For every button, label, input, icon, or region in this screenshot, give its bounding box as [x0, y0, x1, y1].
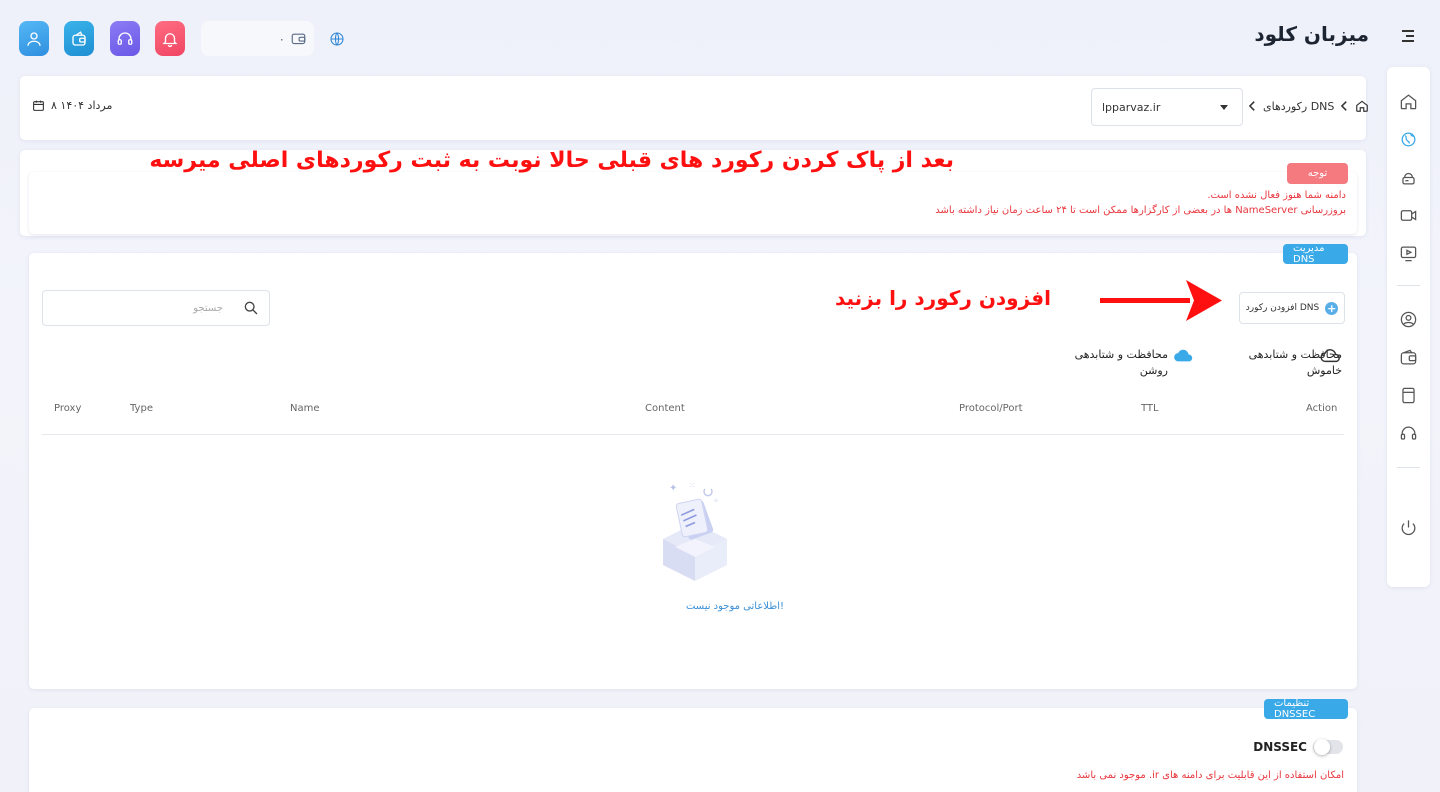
dnssec-label: DNSSEC — [1253, 740, 1307, 754]
play-screen-icon — [1400, 246, 1417, 262]
sidebar-item-support[interactable] — [1399, 424, 1418, 443]
legend-off-line-2: خاموش — [1306, 364, 1342, 377]
legend-on-line-2: روشن — [1139, 364, 1168, 377]
wallet-small-icon — [291, 33, 306, 45]
notice-line-1: دامنه شما هنوز فعال نشده است. — [1207, 190, 1346, 201]
headset-sidebar-icon — [1400, 426, 1417, 440]
dnssec-toggle[interactable] — [1313, 739, 1343, 755]
sidebar-item-profile[interactable] — [1399, 310, 1418, 329]
chevron-left-icon — [1341, 101, 1348, 111]
column-header-proxy[interactable]: Proxy — [54, 403, 81, 414]
home-icon — [1400, 94, 1417, 110]
column-header-action[interactable]: Action — [1306, 403, 1337, 414]
video-icon — [1400, 210, 1417, 221]
user-icon — [27, 31, 41, 46]
domain-select[interactable]: lpparvaz.ir — [1091, 88, 1243, 126]
svg-text:✧: ✧ — [713, 497, 719, 505]
sidebar — [1387, 67, 1430, 587]
power-icon — [1401, 520, 1416, 536]
bell-icon — [162, 32, 178, 47]
headset-icon — [117, 31, 133, 45]
dns-badge: مدیریت DNS — [1283, 243, 1348, 265]
cloud-off-icon — [1320, 349, 1340, 363]
sidebar-item-invoices[interactable] — [1399, 386, 1418, 405]
cloud-server-icon — [1402, 172, 1415, 185]
cloud-on-icon — [1174, 349, 1193, 362]
table-header-divider — [42, 434, 1344, 435]
home-icon[interactable] — [1355, 99, 1369, 113]
wallet-sidebar-icon — [1400, 349, 1417, 365]
sidebar-item-media[interactable] — [1399, 206, 1418, 225]
notice-line-2: بروزرسانی NameServer ها در بعضی از کارگز… — [935, 205, 1346, 216]
breadcrumb: رکوردهای DNS — [1248, 99, 1369, 113]
legend-on-line-1: محافظت و شتابدهی — [1074, 348, 1168, 361]
sidebar-item-logout[interactable] — [1399, 518, 1418, 537]
wallet-balance[interactable]: ۰ — [201, 21, 314, 56]
annotation-arrow-note: افزودن رکورد را بزنید — [834, 286, 1051, 310]
invoice-icon — [1402, 387, 1415, 404]
svg-text:⁙: ⁙ — [689, 481, 696, 490]
caret-down-icon — [1220, 104, 1228, 110]
notice-badge: توجه — [1287, 163, 1348, 184]
date-display: ۸ مرداد ۱۴۰۴ — [32, 99, 112, 112]
calendar-icon — [33, 100, 44, 111]
sidebar-divider — [1397, 285, 1420, 286]
chevron-left-icon — [1248, 101, 1255, 111]
column-header-type[interactable]: Type — [130, 403, 153, 414]
breadcrumb-current[interactable]: رکوردهای DNS — [1263, 100, 1334, 113]
search-box[interactable] — [42, 290, 270, 326]
brand-logo[interactable]: میزبان کلود — [1254, 22, 1369, 46]
sidebar-divider — [1397, 467, 1420, 468]
user-circle-icon — [1400, 311, 1417, 328]
sidebar-item-domains[interactable] — [1399, 130, 1418, 149]
column-header-ttl[interactable]: TTL — [1141, 403, 1159, 414]
globe-icon[interactable] — [329, 31, 345, 47]
sidebar-item-wallet[interactable] — [1399, 348, 1418, 367]
empty-state-illustration: ✦ ⁙ ✧ — [663, 481, 727, 581]
plus-icon: + — [1325, 301, 1339, 315]
sidebar-item-home[interactable] — [1399, 92, 1418, 111]
legend-proxy-on: محافظت و شتابدهی روشن — [1075, 347, 1168, 379]
balance-amount: ۰ — [278, 31, 285, 46]
add-dns-record-label: افزودن رکورد DNS — [1245, 303, 1320, 313]
wallet-button[interactable] — [64, 21, 94, 56]
notifications-button[interactable] — [155, 21, 185, 56]
support-button[interactable] — [110, 21, 140, 56]
search-icon[interactable] — [243, 300, 259, 316]
sidebar-item-vod[interactable] — [1399, 244, 1418, 263]
annotation-arrow — [1100, 280, 1222, 321]
globe-sidebar-icon — [1401, 132, 1416, 147]
column-header-content[interactable]: Content — [645, 403, 685, 414]
annotation-top: بعد از پاک کردن رکورد های قبلی حالا نوبت… — [149, 148, 954, 173]
column-header-protocol-port[interactable]: Protocol/Port — [959, 403, 1023, 414]
sidebar-item-cloud[interactable] — [1399, 168, 1418, 187]
add-dns-record-button[interactable]: افزودن رکورد DNS + — [1239, 292, 1345, 324]
wallet-icon — [72, 30, 86, 46]
column-header-name[interactable]: Name — [290, 403, 320, 414]
svg-text:✦: ✦ — [669, 483, 677, 494]
search-input[interactable] — [53, 302, 223, 314]
dnssec-badge: تنظیمات DNSSEC — [1264, 698, 1348, 720]
dnssec-note: امکان استفاده از این قابلیت برای دامنه ه… — [1076, 770, 1344, 781]
date-text: ۸ مرداد ۱۴۰۴ — [51, 99, 113, 112]
notice-card — [29, 172, 1357, 234]
profile-button[interactable] — [19, 21, 49, 56]
empty-state-text: اطلاعاتی موجود نیست! — [685, 601, 785, 612]
menu-icon[interactable] — [1402, 30, 1414, 44]
domain-select-value: lpparvaz.ir — [1102, 100, 1161, 114]
